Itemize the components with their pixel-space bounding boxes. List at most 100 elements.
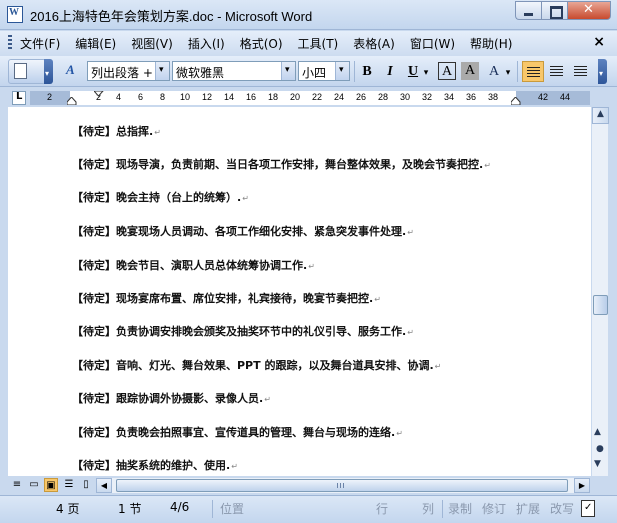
print-layout-view-icon[interactable]: ▣ xyxy=(44,478,58,492)
status-separator xyxy=(212,500,213,518)
ruler-number: 24 xyxy=(334,92,345,102)
status-record-macro[interactable]: 录制 xyxy=(448,500,472,517)
window-controls xyxy=(515,1,611,20)
ruler-number: 22 xyxy=(312,92,323,102)
toolbar-options-chevron[interactable] xyxy=(44,59,53,84)
paragraph[interactable]: 【待定】抽奖系统的维护、使用.↵ xyxy=(72,457,238,473)
status-position[interactable]: 位置 xyxy=(220,500,244,517)
align-center-button[interactable] xyxy=(546,61,568,82)
menu-insert[interactable]: 插入(I) xyxy=(188,35,225,52)
paragraph-mark: ↵ xyxy=(434,362,442,371)
right-indent-marker[interactable] xyxy=(511,97,521,105)
paragraph-mark: ↵ xyxy=(407,328,414,337)
status-page-of[interactable]: 4/6 xyxy=(170,500,189,514)
status-overtype[interactable]: 改写 xyxy=(550,500,574,517)
vertical-scroll-thumb[interactable] xyxy=(593,295,608,315)
horizontal-scrollbar[interactable]: ◀ ▶ xyxy=(95,477,591,494)
left-indent-marker[interactable] xyxy=(67,97,77,105)
menu-format[interactable]: 格式(O) xyxy=(240,35,283,52)
ruler-number: 34 xyxy=(444,92,455,102)
close-document-button[interactable]: × xyxy=(593,34,605,50)
toolbar-separator xyxy=(354,61,355,82)
underline-dropdown-icon[interactable]: ▾ xyxy=(421,62,431,82)
paragraph[interactable]: 【待定】音响、灯光、舞台效果、PPT 的跟踪，以及舞台道具安排、协调.↵ xyxy=(72,357,441,373)
next-page-icon[interactable]: ▼ xyxy=(594,459,601,469)
status-track-changes[interactable]: 修订 xyxy=(482,500,506,517)
chevron-down-icon[interactable] xyxy=(281,62,295,80)
paragraph-mark: ↵ xyxy=(484,161,491,170)
new-document-icon[interactable] xyxy=(14,63,27,79)
chevron-down-icon[interactable] xyxy=(335,62,349,80)
paragraph[interactable]: 【待定】晚会节目、演职人员总体统筹协调工作.↵ xyxy=(72,257,315,273)
highlight-dropdown-icon[interactable]: ▾ xyxy=(503,62,513,82)
spelling-grammar-status-icon[interactable] xyxy=(581,500,595,517)
close-window-button[interactable] xyxy=(567,1,611,20)
paragraph[interactable]: 【待定】负责协调安排晚会颁奖及抽奖环节中的礼仪引导、服务工作.↵ xyxy=(72,323,414,339)
ruler-strip[interactable]: 2 2 4 6 8 10 12 14 16 18 20 22 24 26 28 … xyxy=(30,91,590,105)
tab-selector-button[interactable] xyxy=(12,91,26,105)
bold-button[interactable]: B xyxy=(357,62,377,82)
horizontal-scroll-thumb[interactable] xyxy=(116,479,568,492)
outline-view-icon[interactable]: ☰ xyxy=(62,478,76,492)
menu-edit[interactable]: 编辑(E) xyxy=(75,35,116,52)
paragraph[interactable]: 【待定】负责晚会拍照事宜、宣传道具的管理、舞台与现场的连络.↵ xyxy=(72,424,403,440)
scroll-left-button[interactable]: ◀ xyxy=(96,478,112,493)
toolbar-options-chevron[interactable] xyxy=(598,59,607,84)
paragraph[interactable]: 【待定】晚会主持（台上的统筹）.↵ xyxy=(72,189,249,205)
status-line[interactable]: 行 xyxy=(376,500,388,517)
paragraph-mark: ↵ xyxy=(396,429,403,438)
paragraph[interactable]: 【待定】总指挥.↵ xyxy=(72,123,161,139)
web-layout-view-icon[interactable]: ▭ xyxy=(27,478,41,492)
paragraph-mark: ↵ xyxy=(154,128,161,137)
align-justify-button[interactable] xyxy=(522,61,544,82)
menu-grip-handle[interactable] xyxy=(8,35,12,51)
previous-page-icon[interactable]: ▲ xyxy=(594,427,601,437)
first-line-indent-marker[interactable] xyxy=(94,91,104,97)
status-column[interactable]: 列 xyxy=(422,500,434,517)
align-center-icon xyxy=(550,66,563,77)
ruler-number: 4 xyxy=(116,92,122,102)
paragraph[interactable]: 【待定】晚宴现场人员调动、各项工作细化安排、紧急突发事件处理.↵ xyxy=(72,223,414,239)
character-border-button[interactable]: A xyxy=(438,62,456,80)
chevron-down-icon[interactable] xyxy=(155,62,169,80)
ruler-number: 38 xyxy=(488,92,499,102)
italic-button[interactable]: I xyxy=(380,62,400,82)
ruler-number: 44 xyxy=(560,92,571,102)
character-shading-button[interactable]: A xyxy=(461,62,479,80)
font-size-combo[interactable]: 小四 xyxy=(298,61,350,81)
normal-view-icon[interactable]: ≡ xyxy=(10,478,24,492)
select-browse-object-icon[interactable]: ● xyxy=(596,444,604,454)
paragraph[interactable]: 【待定】现场导演，负责前期、当日各项工作安排，舞台整体效果，及晚会节奏把控.↵ xyxy=(72,156,491,172)
font-combo[interactable]: 微软雅黑 xyxy=(172,61,296,81)
align-right-button[interactable] xyxy=(570,61,592,82)
status-section[interactable]: 1 节 xyxy=(118,500,141,517)
scroll-up-button[interactable] xyxy=(592,107,609,124)
vertical-scrollbar[interactable]: ▲ ● ▼ xyxy=(591,107,609,476)
view-and-hscroll-bar: ≡ ▭ ▣ ☰ ▯ ◀ ▶ xyxy=(0,476,617,495)
scroll-right-button[interactable]: ▶ xyxy=(574,478,590,493)
underline-button[interactable]: U xyxy=(403,62,423,82)
style-combo[interactable]: 列出段落 + xyxy=(87,61,170,81)
menu-file[interactable]: 文件(F) xyxy=(20,35,60,52)
menu-table[interactable]: 表格(A) xyxy=(353,35,395,52)
paragraph-mark: ↵ xyxy=(308,262,315,271)
reading-layout-view-icon[interactable]: ▯ xyxy=(79,478,93,492)
styles-and-formatting-icon[interactable]: A xyxy=(66,62,75,78)
minimize-button[interactable] xyxy=(515,1,541,20)
maximize-button[interactable] xyxy=(541,1,567,20)
toolbar-separator xyxy=(517,61,518,82)
paragraph[interactable]: 【待定】现场宴席布置、席位安排，礼宾接待，晚宴节奏把控.↵ xyxy=(72,290,381,306)
ruler-number: 18 xyxy=(268,92,279,102)
status-page[interactable]: 4 页 xyxy=(56,500,79,517)
status-extend-selection[interactable]: 扩展 xyxy=(516,500,540,517)
standard-toolbar-strip xyxy=(8,59,46,84)
formatting-toolbar: A 列出段落 + 微软雅黑 小四 B I U ▾ A A A ▾ xyxy=(0,56,617,87)
word-doc-icon[interactable] xyxy=(7,6,23,23)
menu-window[interactable]: 窗口(W) xyxy=(410,35,455,52)
menu-view[interactable]: 视图(V) xyxy=(131,35,173,52)
menu-help[interactable]: 帮助(H) xyxy=(470,35,512,52)
highlight-button[interactable]: A xyxy=(484,62,504,82)
paragraph[interactable]: 【待定】跟踪协调外协摄影、录像人员.↵ xyxy=(72,390,271,406)
menu-tools[interactable]: 工具(T) xyxy=(298,35,339,52)
document-page[interactable]: 【待定】总指挥.↵ 【待定】现场导演，负责前期、当日各项工作安排，舞台整体效果，… xyxy=(8,107,591,476)
